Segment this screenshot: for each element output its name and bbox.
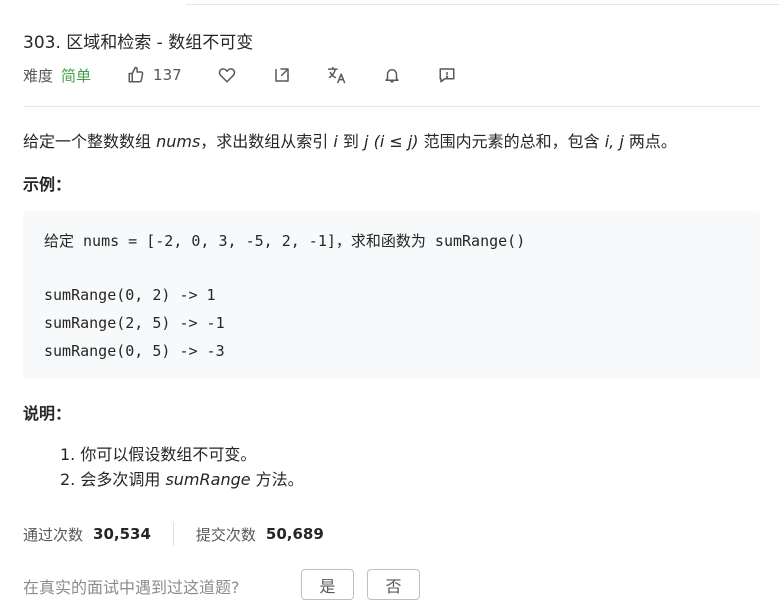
code-line: 给定 nums = [-2, 0, 3, -5, 2, -1]，求和函数为 su…: [44, 232, 526, 250]
difficulty-label: 难度: [23, 66, 54, 85]
accepted-label: 通过次数: [23, 525, 84, 544]
interview-question: 在真实的面试中遇到过这道题?: [23, 578, 240, 597]
difficulty-badge: 简单: [61, 66, 92, 85]
heart-icon[interactable]: [216, 64, 238, 86]
thumbs-up-icon: [125, 64, 147, 86]
desc-text: 给定一个整数数组: [23, 132, 157, 151]
note-method: sumRange: [165, 470, 251, 489]
problem-meta-bar: 难度 简单 137: [23, 62, 458, 88]
notes-heading: 说明：: [23, 404, 72, 423]
desc-nums: nums: [156, 132, 201, 151]
desc-text: ，求出数组从索引: [200, 132, 334, 151]
note-text: 方法。: [250, 470, 304, 489]
bell-icon[interactable]: [381, 64, 403, 86]
like-button[interactable]: 137: [125, 64, 182, 86]
notes-list: 1. 你可以假设数组不可变。 2. 会多次调用 sumRange 方法。: [60, 441, 304, 491]
desc-text: 范围内元素的总和，包含: [418, 132, 605, 151]
list-item: 1. 你可以假设数组不可变。: [60, 445, 257, 464]
problem-description: 给定一个整数数组 nums，求出数组从索引 i 到 j (i ≤ j) 范围内元…: [23, 128, 677, 152]
like-count: 137: [153, 66, 182, 84]
submission-stats: 通过次数 30,534 提交次数 50,689: [23, 521, 324, 547]
feedback-icon[interactable]: [436, 64, 458, 86]
no-button[interactable]: 否: [367, 569, 420, 600]
share-icon[interactable]: [271, 64, 293, 86]
note-text: 2. 会多次调用: [60, 470, 166, 489]
example-heading: 示例：: [23, 175, 72, 194]
desc-ij: i, j: [604, 132, 624, 151]
accepted-count: 30,534: [93, 525, 151, 543]
submissions-count: 50,689: [265, 525, 324, 543]
example-code-block: 给定 nums = [-2, 0, 3, -5, 2, -1]，求和函数为 su…: [23, 211, 760, 379]
code-line: sumRange(0, 5) -> -3: [44, 342, 225, 360]
desc-range: (i ≤ j): [368, 132, 419, 151]
desc-text: 到: [337, 132, 365, 151]
problem-title: 303. 区域和检索 - 数组不可变: [23, 33, 254, 53]
code-line: sumRange(0, 2) -> 1: [44, 286, 216, 304]
desc-text: 两点。: [623, 132, 677, 151]
code-line: sumRange(2, 5) -> -1: [44, 314, 225, 332]
stats-divider: [172, 522, 174, 546]
yes-button[interactable]: 是: [301, 569, 354, 600]
list-item: 2. 会多次调用 sumRange 方法。: [60, 466, 304, 491]
top-border: [186, 0, 779, 5]
translate-icon[interactable]: [326, 64, 348, 86]
submissions-label: 提交次数: [195, 525, 256, 544]
header-divider: [23, 106, 760, 107]
